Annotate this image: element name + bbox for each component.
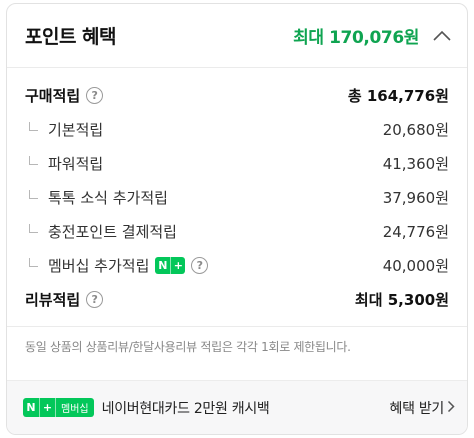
naver-plus-membership-badge: N + 멤버십 — [23, 398, 94, 417]
header-right: 최대 170,076원 — [293, 23, 453, 48]
promo-text: 네이버현대카드 2만원 캐시백 — [101, 400, 270, 417]
review-limit-notice: 동일 상품의 상품리뷰/한달사용리뷰 적립은 각각 1회로 제한됩니다. — [25, 340, 351, 354]
list-item: 톡톡 소식 추가적립 37,960원 — [25, 180, 449, 214]
max-points-total: 최대 170,076원 — [293, 28, 419, 48]
sub-item-label: 파워적립 — [48, 154, 104, 173]
sub-item-indent-icon — [29, 223, 38, 233]
section-title: 포인트 혜택 — [25, 26, 117, 48]
help-icon[interactable]: ? — [86, 290, 104, 308]
sub-item-label: 멤버십 추가적립 — [48, 256, 150, 275]
point-benefit-card: 포인트 혜택 최대 170,076원 구매적립 ? 총 164,776원 기본적… — [6, 3, 468, 435]
list-item: 멤버십 추가적립 N + ? 40,000원 — [25, 248, 449, 282]
get-benefit-link[interactable]: 혜택 받기 — [390, 398, 455, 418]
purchase-points-row: 구매적립 ? 총 164,776원 — [25, 78, 449, 112]
purchase-points-total: 총 164,776원 — [347, 86, 449, 105]
sub-item-value: 41,360원 — [382, 154, 449, 173]
sub-item-value: 37,960원 — [382, 188, 449, 207]
point-details: 구매적립 ? 총 164,776원 기본적립 20,680원 파워적립 41,3… — [7, 68, 467, 316]
naver-plus-membership-icon: N + — [155, 256, 186, 274]
help-icon[interactable]: ? — [86, 86, 104, 104]
review-points-label: 리뷰적립 — [25, 290, 81, 309]
review-points-max: 최대 5,300원 — [354, 290, 449, 309]
chevron-up-icon[interactable] — [431, 25, 453, 47]
chevron-right-icon — [447, 398, 455, 417]
sub-item-label: 톡톡 소식 추가적립 — [48, 188, 168, 207]
point-benefit-header[interactable]: 포인트 혜택 최대 170,076원 — [7, 4, 467, 68]
review-points-row: 리뷰적립 ? 최대 5,300원 — [25, 282, 449, 316]
list-item: 기본적립 20,680원 — [25, 112, 449, 146]
purchase-points-label: 구매적립 — [25, 86, 81, 105]
list-item: 충전포인트 결제적립 24,776원 — [25, 214, 449, 248]
card-promo-banner[interactable]: N + 멤버십 네이버현대카드 2만원 캐시백 혜택 받기 — [7, 380, 467, 434]
sub-item-value: 40,000원 — [382, 256, 449, 275]
sub-item-indent-icon — [29, 155, 38, 165]
sub-item-value: 20,680원 — [382, 120, 449, 139]
sub-item-indent-icon — [29, 257, 38, 267]
sub-item-label: 충전포인트 결제적립 — [48, 222, 177, 241]
help-icon[interactable]: ? — [191, 256, 209, 274]
sub-item-label: 기본적립 — [48, 120, 104, 139]
sub-item-indent-icon — [29, 189, 38, 199]
sub-item-indent-icon — [29, 121, 38, 131]
sub-item-value: 24,776원 — [382, 222, 449, 241]
list-item: 파워적립 41,360원 — [25, 146, 449, 180]
get-benefit-label[interactable]: 혜택 받기 — [390, 398, 445, 418]
